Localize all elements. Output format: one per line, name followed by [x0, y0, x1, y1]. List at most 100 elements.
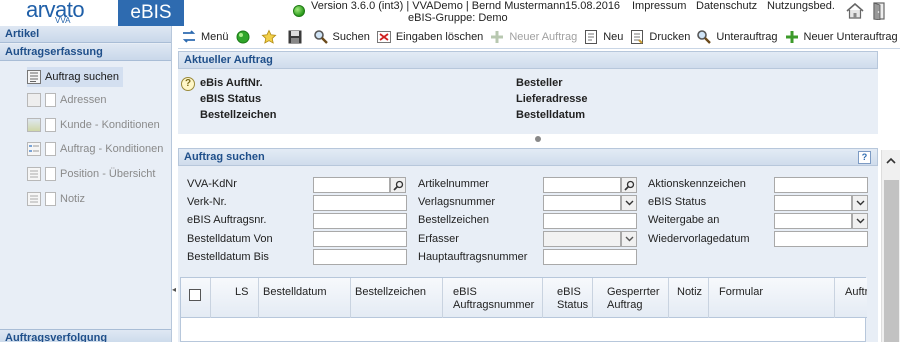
- home-icon[interactable]: [846, 3, 864, 19]
- bestellzeichen-input[interactable]: [543, 213, 637, 229]
- app-tab[interactable]: eBIS: [118, 0, 184, 26]
- search-panel-title: Auftrag suchen: [184, 151, 265, 163]
- sidebar-item-kunde-konditionen[interactable]: Kunde - Konditionen: [27, 115, 160, 135]
- sidebar-item-adressen[interactable]: Adressen: [27, 90, 106, 110]
- help-icon[interactable]: ?: [181, 77, 195, 91]
- status-button[interactable]: [232, 26, 258, 48]
- chevron-down-icon: [625, 236, 633, 242]
- weitergabe-an-select[interactable]: [774, 213, 852, 229]
- sidebar-item-label: Kunde - Konditionen: [60, 119, 160, 131]
- chart-icon: [27, 118, 41, 132]
- clear-form-icon: [376, 29, 392, 45]
- bestelldatum-bis-input[interactable]: [313, 249, 407, 265]
- nutzungsbedingungen-link[interactable]: Nutzungsbed.: [767, 0, 835, 12]
- verlagsnummer-select[interactable]: [543, 195, 621, 211]
- address-box-icon: [27, 93, 41, 107]
- artikelnummer-lookup-button[interactable]: [621, 177, 637, 193]
- favorite-button[interactable]: [258, 26, 284, 48]
- column-ebis-status[interactable]: eBIS Status: [543, 278, 593, 318]
- clear-inputs-button[interactable]: Eingaben löschen: [373, 26, 486, 48]
- save-icon: [287, 29, 303, 45]
- bestelldatum-von-label: Bestelldatum Von: [187, 233, 273, 245]
- ebis-status-select[interactable]: [774, 195, 852, 211]
- sub-order-button[interactable]: Unterauftrag: [693, 26, 780, 48]
- menu-button[interactable]: Menü: [178, 26, 232, 48]
- order-date-label: Bestelldatum: [516, 109, 586, 121]
- save-button[interactable]: [284, 26, 310, 48]
- aktionskennzeichen-input[interactable]: [774, 177, 868, 193]
- new-button[interactable]: Neu: [580, 26, 626, 48]
- datenschutz-link[interactable]: Datenschutz: [696, 0, 757, 12]
- clear-inputs-label: Eingaben löschen: [395, 31, 484, 43]
- scrollbar-thumb[interactable]: [884, 180, 899, 342]
- artikelnummer-label: Artikelnummer: [418, 178, 489, 190]
- aktionskennzeichen-label: Aktionskennzeichen: [648, 178, 746, 190]
- artikelnummer-input[interactable]: [543, 177, 621, 193]
- vertical-scrollbar[interactable]: [881, 150, 900, 342]
- sidebar-item-label: Auftrag suchen: [45, 71, 119, 83]
- document-icon: [27, 167, 41, 181]
- document-list-icon: [27, 70, 41, 84]
- bestelldatum-von-input[interactable]: [313, 231, 407, 247]
- print-button[interactable]: Drucken: [626, 26, 693, 48]
- sidebar-section-artikel[interactable]: Artikel: [0, 26, 171, 43]
- search-icon: [392, 180, 403, 191]
- sidebar-item-notiz[interactable]: Notiz: [27, 189, 85, 209]
- column-ls[interactable]: LS: [211, 278, 259, 318]
- search-button[interactable]: Suchen: [310, 26, 373, 48]
- ebis-auftragsnr-input[interactable]: [313, 213, 407, 229]
- sidebar-section-auftragsverfolgung[interactable]: Auftragsverfolgung: [0, 329, 171, 342]
- wiedervorlagedatum-label: Wiedervorlagedatum: [648, 233, 750, 245]
- search-panel-header: Auftrag suchen ?: [178, 148, 878, 166]
- sidebar-item-auftrag-suchen[interactable]: Auftrag suchen: [27, 67, 123, 87]
- verk-nr-input[interactable]: [313, 195, 407, 211]
- current-order-panel: ? eBis AuftNr. eBIS Status Bestellzeiche…: [178, 69, 878, 134]
- new-order-button[interactable]: Neuer Auftrag: [486, 26, 580, 48]
- select-all-checkbox[interactable]: [189, 289, 201, 301]
- ebis-status-dropdown[interactable]: [852, 195, 868, 211]
- erfasser-dropdown[interactable]: [621, 231, 637, 247]
- hauptauftragsnummer-label: Hauptauftragsnummer: [418, 251, 528, 263]
- order-mark-label: Bestellzeichen: [200, 109, 277, 121]
- menu-label: Menü: [201, 31, 229, 43]
- sidebar-item-label: Notiz: [60, 193, 86, 205]
- chevron-down-icon: [856, 218, 864, 224]
- impressum-link[interactable]: Impressum: [632, 0, 686, 12]
- ebis-auftragsnr-label: eBIS Auftragsnr.: [187, 214, 267, 226]
- delivery-address-label: Lieferadresse: [516, 93, 588, 105]
- wiedervorlagedatum-input[interactable]: [774, 231, 868, 247]
- verlagsnummer-label: Verlagsnummer: [418, 196, 496, 208]
- sidebar-item-auftrag-konditionen[interactable]: Auftrag - Konditionen: [27, 139, 163, 159]
- column-gesperrter-auftrag[interactable]: Gesperrter Auftrag: [593, 278, 669, 318]
- plus-icon: [784, 29, 800, 45]
- chevron-up-icon[interactable]: [886, 156, 896, 166]
- panel-splitter-icon[interactable]: [535, 136, 541, 142]
- column-notiz[interactable]: Notiz: [669, 278, 709, 318]
- column-formular[interactable]: Formular: [709, 278, 835, 318]
- logout-icon[interactable]: [872, 2, 888, 20]
- verlagsnummer-dropdown[interactable]: [621, 195, 637, 211]
- column-auftr[interactable]: Auftr: [835, 278, 867, 318]
- help-button[interactable]: ?: [858, 151, 871, 164]
- column-ebis-auftragsnummer[interactable]: eBIS Auftragsnummer: [443, 278, 543, 318]
- column-bestelldatum[interactable]: Bestelldatum: [259, 278, 351, 318]
- vva-kdnr-lookup-button[interactable]: [390, 177, 406, 193]
- verk-nr-label: Verk-Nr.: [187, 196, 227, 208]
- erfasser-select[interactable]: [543, 231, 621, 247]
- search-label: Suchen: [332, 31, 370, 43]
- menu-icon: [181, 29, 197, 45]
- sidebar-section-auftragserfassung[interactable]: Auftragserfassung: [0, 44, 171, 61]
- hauptauftragsnummer-input[interactable]: [543, 249, 637, 265]
- column-bestellzeichen[interactable]: Bestellzeichen: [351, 278, 443, 318]
- user-group: eBIS-Gruppe: Demo: [408, 12, 508, 24]
- new-sub-order-button[interactable]: Neuer Unterauftrag: [781, 26, 900, 48]
- weitergabe-an-dropdown[interactable]: [852, 213, 868, 229]
- app-header: arvato VVA eBIS Version 3.6.0 (int3) | V…: [0, 0, 900, 26]
- plus-icon: [489, 29, 505, 45]
- vva-kdnr-input[interactable]: [313, 177, 390, 193]
- bestellzeichen-label: Bestellzeichen: [418, 214, 489, 226]
- search-icon: [696, 29, 712, 45]
- toolbar: Menü Suchen Eingaben löschen Neuer Auftr…: [178, 26, 900, 49]
- ebis-status-label: eBIS Status: [648, 196, 707, 208]
- sidebar-item-position-uebersicht[interactable]: Position - Übersicht: [27, 164, 155, 184]
